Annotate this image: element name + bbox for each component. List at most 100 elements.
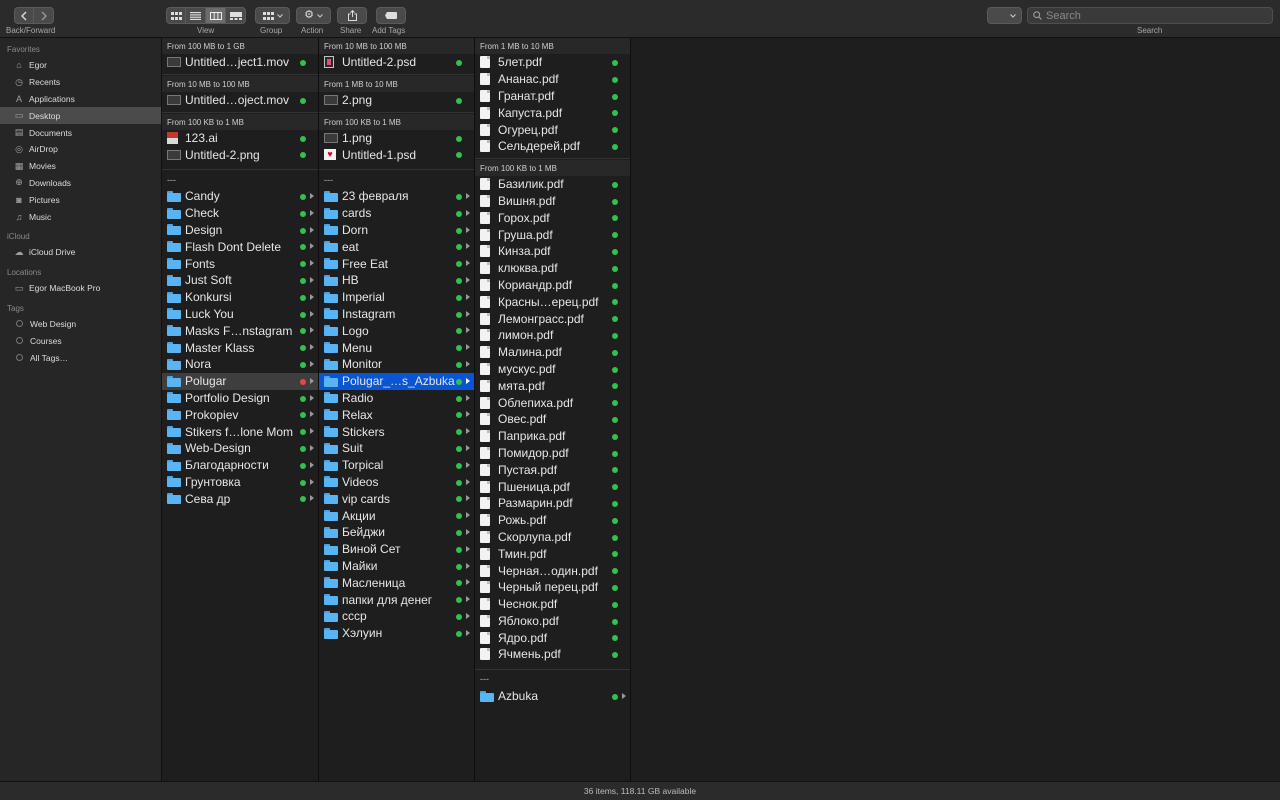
file-row[interactable]: Ананас.pdf bbox=[475, 71, 630, 88]
file-row[interactable]: Помидор.pdf bbox=[475, 445, 630, 462]
file-row[interactable]: Гранат.pdf bbox=[475, 88, 630, 105]
folder-row[interactable]: Masks F…nstagram bbox=[162, 322, 318, 339]
sidebar-item-egor-macbook-pro[interactable]: ▭ Egor MacBook Pro bbox=[0, 280, 161, 297]
sidebar-item-downloads[interactable]: ⊕ Downloads bbox=[0, 175, 161, 192]
file-row[interactable]: Ядро.pdf bbox=[475, 629, 630, 646]
folder-row[interactable]: Бейджи bbox=[319, 524, 474, 541]
folder-row[interactable]: Check bbox=[162, 205, 318, 222]
folder-row[interactable]: папки для денег bbox=[319, 591, 474, 608]
folder-row[interactable]: Candy bbox=[162, 188, 318, 205]
file-row[interactable]: Черный перец.pdf bbox=[475, 579, 630, 596]
column-view-button[interactable] bbox=[206, 7, 226, 24]
folder-row[interactable]: Menu bbox=[319, 339, 474, 356]
sidebar-item-icloud-drive[interactable]: ☁ iCloud Drive bbox=[0, 244, 161, 261]
folder-row[interactable]: Logo bbox=[319, 322, 474, 339]
sidebar-item-airdrop[interactable]: ◎ AirDrop bbox=[0, 141, 161, 158]
file-row[interactable]: 123.ai bbox=[162, 130, 318, 147]
file-row[interactable]: Паприка.pdf bbox=[475, 428, 630, 445]
sidebar-item-recents[interactable]: ◷ Recents bbox=[0, 74, 161, 91]
file-row[interactable]: клюква.pdf bbox=[475, 260, 630, 277]
folder-row[interactable]: Azbuka bbox=[475, 688, 630, 705]
folder-row[interactable]: Videos bbox=[319, 474, 474, 491]
file-row[interactable]: Капуста.pdf bbox=[475, 104, 630, 121]
folder-row[interactable]: Грунтовка bbox=[162, 474, 318, 491]
search-field[interactable] bbox=[1027, 7, 1273, 24]
folder-row[interactable]: Stikers f…lone Mom bbox=[162, 423, 318, 440]
folder-row[interactable]: Polugar_…s_Azbuka bbox=[319, 372, 474, 390]
folder-row[interactable]: Design bbox=[162, 222, 318, 239]
folder-row[interactable]: Dorn bbox=[319, 222, 474, 239]
sidebar-item-pictures[interactable]: ◙ Pictures bbox=[0, 191, 161, 208]
folder-row[interactable]: сccp bbox=[319, 608, 474, 625]
file-row[interactable]: Тмин.pdf bbox=[475, 545, 630, 562]
file-row[interactable]: Черная…один.pdf bbox=[475, 562, 630, 579]
folder-row[interactable]: Instagram bbox=[319, 306, 474, 323]
file-row[interactable]: Пшеница.pdf bbox=[475, 478, 630, 495]
sidebar-item-documents[interactable]: ▤ Documents bbox=[0, 124, 161, 141]
file-row[interactable]: ♥ Untitled-1.psd bbox=[319, 146, 474, 163]
folder-row[interactable]: Виной Сет bbox=[319, 541, 474, 558]
folder-row[interactable]: Just Soft bbox=[162, 272, 318, 289]
folder-row[interactable]: Free Eat bbox=[319, 255, 474, 272]
forward-button[interactable] bbox=[34, 7, 54, 24]
folder-row[interactable]: Monitor bbox=[319, 356, 474, 373]
folder-row[interactable]: Prokopiev bbox=[162, 406, 318, 423]
column-2[interactable]: From 10 MB to 100 MB Untitled-2.psd From 1… bbox=[319, 38, 475, 781]
file-row[interactable]: Размарин.pdf bbox=[475, 495, 630, 512]
file-row[interactable]: мята.pdf bbox=[475, 377, 630, 394]
file-row[interactable]: Ячмень.pdf bbox=[475, 646, 630, 663]
folder-row[interactable]: Relax bbox=[319, 406, 474, 423]
folder-row[interactable]: cards bbox=[319, 205, 474, 222]
gallery-view-button[interactable] bbox=[226, 7, 246, 24]
folder-row[interactable]: vip cards bbox=[319, 490, 474, 507]
sidebar-item-applications[interactable]: A Applications bbox=[0, 91, 161, 108]
sidebar-item-desktop[interactable]: ▭ Desktop bbox=[0, 107, 161, 125]
folder-row[interactable]: Акции bbox=[319, 507, 474, 524]
file-row[interactable]: Овес.pdf bbox=[475, 411, 630, 428]
file-row[interactable]: Лемонграсс.pdf bbox=[475, 310, 630, 327]
folder-row[interactable]: Nora bbox=[162, 356, 318, 373]
folder-row[interactable]: Master Klass bbox=[162, 339, 318, 356]
folder-row[interactable]: Torpical bbox=[319, 457, 474, 474]
folder-row[interactable]: 23 февраля bbox=[319, 188, 474, 205]
folder-row[interactable]: Сева др bbox=[162, 490, 318, 507]
file-row[interactable]: Облепиха.pdf bbox=[475, 394, 630, 411]
file-row[interactable]: Малина.pdf bbox=[475, 344, 630, 361]
sidebar-item-movies[interactable]: ▦ Movies bbox=[0, 158, 161, 175]
file-row[interactable]: мускус.pdf bbox=[475, 361, 630, 378]
file-row[interactable]: 5лет.pdf bbox=[475, 54, 630, 71]
file-row[interactable]: лимон.pdf bbox=[475, 327, 630, 344]
file-row[interactable]: 1.png bbox=[319, 130, 474, 147]
file-row[interactable]: Горох.pdf bbox=[475, 209, 630, 226]
sidebar-tag-item[interactable]: Web Design bbox=[0, 316, 161, 333]
file-row[interactable]: Вишня.pdf bbox=[475, 193, 630, 210]
action-button[interactable]: ⚙ bbox=[296, 7, 331, 24]
folder-row[interactable]: Radio bbox=[319, 390, 474, 407]
file-row[interactable]: Сельдерей.pdf bbox=[475, 138, 630, 155]
sidebar-tag-item[interactable]: Courses bbox=[0, 332, 161, 349]
file-row[interactable]: Кориандр.pdf bbox=[475, 277, 630, 294]
folder-row[interactable]: Luck You bbox=[162, 306, 318, 323]
column-3[interactable]: From 1 MB to 10 MB 5лет.pdf Ананас.pdf Гран… bbox=[475, 38, 631, 781]
file-row[interactable]: Пустая.pdf bbox=[475, 461, 630, 478]
folder-row[interactable]: Portfolio Design bbox=[162, 390, 318, 407]
folder-row[interactable]: Konkursi bbox=[162, 289, 318, 306]
folder-row[interactable]: Благодарности bbox=[162, 457, 318, 474]
sidebar-item-music[interactable]: ♫ Music bbox=[0, 208, 161, 225]
file-row[interactable]: Чеснок.pdf bbox=[475, 596, 630, 613]
folder-row[interactable]: HB bbox=[319, 272, 474, 289]
sidebar-tag-item[interactable]: All Tags… bbox=[0, 349, 161, 366]
folder-row[interactable]: Flash Dont Delete bbox=[162, 238, 318, 255]
file-row[interactable]: Кинза.pdf bbox=[475, 243, 630, 260]
folder-row[interactable]: Хэлуин bbox=[319, 625, 474, 642]
folder-row[interactable]: Майки bbox=[319, 558, 474, 575]
file-row[interactable]: Яблоко.pdf bbox=[475, 613, 630, 630]
back-button[interactable] bbox=[14, 7, 34, 24]
icon-view-button[interactable] bbox=[166, 7, 186, 24]
add-tags-button[interactable] bbox=[376, 7, 406, 24]
file-row[interactable]: Базилик.pdf bbox=[475, 176, 630, 193]
file-row[interactable]: Untitled-2.psd bbox=[319, 54, 474, 71]
file-row[interactable]: Скорлупа.pdf bbox=[475, 529, 630, 546]
share-button[interactable] bbox=[337, 7, 367, 24]
folder-row[interactable]: Suit bbox=[319, 440, 474, 457]
